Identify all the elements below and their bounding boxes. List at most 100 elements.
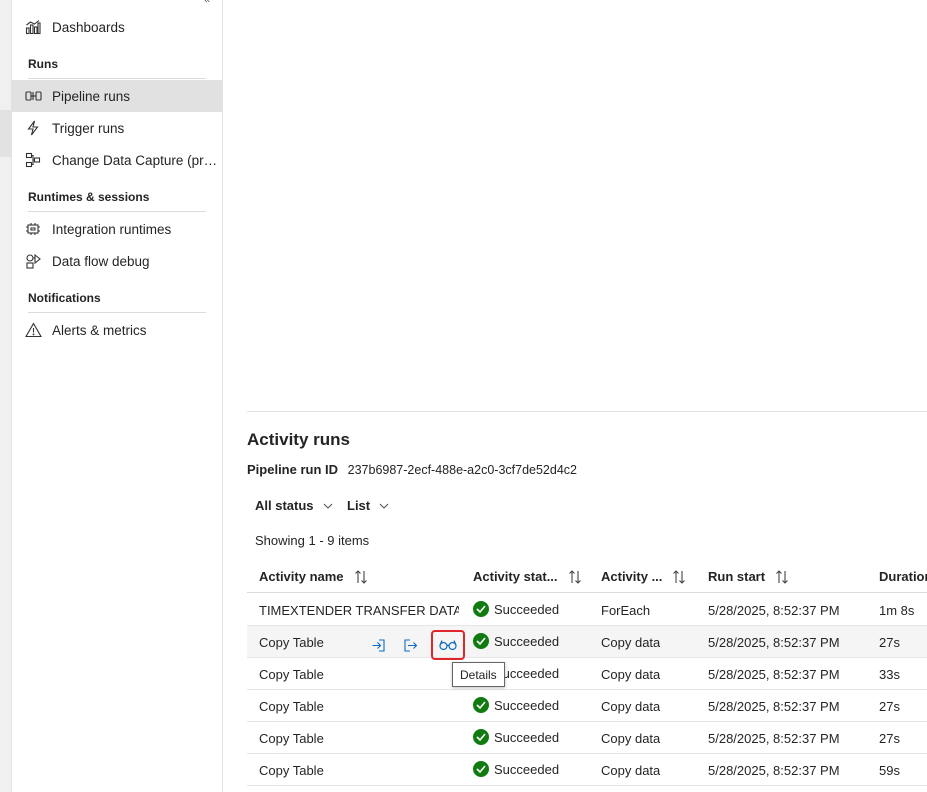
sort-icon[interactable] [354,569,368,584]
pipeline-run-id: Pipeline run ID 237b6987-2ecf-488e-a2c0-… [247,462,577,477]
sidebar-item-data-flow-debug[interactable]: Data flow debug [12,245,222,277]
success-check-icon [473,633,489,649]
activity-name[interactable]: Copy Table [259,667,324,682]
status-text: Succeeded [494,697,560,713]
left-rail [0,0,12,792]
activity-type: Copy data [601,667,661,682]
run-start: 5/28/2025, 8:52:37 PM [708,635,840,650]
column-label: Activity name [259,569,344,584]
sort-icon[interactable] [568,569,582,584]
output-icon[interactable] [399,635,421,657]
table-row[interactable]: Copy Table Succeeded Copy data 5/28/2025… [247,690,927,722]
run-start: 5/28/2025, 8:52:37 PM [708,731,840,746]
pipeline-run-id-label: Pipeline run ID [247,462,339,477]
activity-name[interactable]: Copy Table [259,763,324,778]
section-runs: Runs [28,57,206,79]
duration: 27s [879,699,900,714]
table-row[interactable]: Copy Table Succeeded Copy data 5/28/2025… [247,722,927,754]
column-label: Activity stat... [473,569,558,584]
activity-name[interactable]: TIMEXTENDER TRANSFER DATA... [259,603,459,618]
table-row[interactable]: TIMEXTENDER TRANSFER DATA... Succeeded F… [247,594,927,626]
sidebar-item-label: Alerts & metrics [52,322,147,338]
sidebar-item-pipeline-runs[interactable]: Pipeline runs [12,80,222,112]
activity-status: Succeeded [473,729,559,745]
activity-name[interactable]: Copy Table [259,635,324,650]
section-notifications: Notifications [28,291,206,313]
run-start: 5/28/2025, 8:52:37 PM [708,603,840,618]
table-row[interactable]: Copy Table Succeeded Copy data 5/28/2025… [247,658,927,690]
sidebar-item-label: Dashboards [52,19,125,35]
details-glasses-icon[interactable] [431,630,465,660]
success-check-icon [473,729,489,745]
sidebar-item-alerts-metrics[interactable]: Alerts & metrics [12,314,222,346]
dashboard-icon [24,18,42,36]
pipeline-icon [24,87,42,105]
status-text: Succeeded [494,633,560,649]
view-dropdown[interactable]: List [347,498,389,513]
column-activity-status[interactable]: Activity stat... [473,569,582,584]
panel-divider[interactable] [247,411,927,412]
table-header: Activity name Activity stat... Activity … [247,560,927,593]
status-text: Succeeded [494,601,560,617]
activity-type: Copy data [601,699,661,714]
row-actions [367,630,465,660]
sidebar-item-label: Integration runtimes [52,221,172,237]
activity-type: Copy data [601,763,661,778]
sidebar-item-change-data-capture[interactable]: Change Data Capture (previ... [12,144,222,176]
success-check-icon [473,761,489,777]
column-activity-type[interactable]: Activity ... [601,569,686,584]
sort-icon[interactable] [672,569,686,584]
activity-type: Copy data [601,635,661,650]
sidebar-item-label: Change Data Capture (previ... [52,152,222,168]
sidebar-item-trigger-runs[interactable]: Trigger runs [12,112,222,144]
sidebar-item-integration-runtimes[interactable]: Integration runtimes [12,213,222,245]
status-filter-label: All status [255,498,314,513]
run-start: 5/28/2025, 8:52:37 PM [708,667,840,682]
status-filter-dropdown[interactable]: All status [255,498,333,513]
chevron-down-icon [323,503,333,509]
activity-status: Succeeded [473,697,559,713]
runtime-icon [24,220,42,238]
section-runtimes-sessions: Runtimes & sessions [28,190,206,212]
details-tooltip: Details [452,662,505,687]
collapse-icon[interactable]: « [204,0,210,6]
lightning-icon [24,119,42,137]
sidebar-item-dashboards[interactable]: Dashboards [12,11,222,43]
dataflow-debug-icon [24,252,42,270]
sort-icon[interactable] [775,569,789,584]
sidebar-item-label: Pipeline runs [52,88,131,104]
status-text: Succeeded [494,729,560,745]
column-label: Activity ... [601,569,663,584]
items-count: Showing 1 - 9 items [255,533,370,548]
duration: 27s [879,635,900,650]
duration: 33s [879,667,900,682]
table-row[interactable]: Copy Table Succeeded Copy data 5/28/2025… [247,626,927,660]
duration: 59s [879,763,900,778]
activity-runs-title: Activity runs [247,430,350,449]
status-text: Succeeded [494,761,560,777]
activity-type: ForEach [601,603,651,618]
pipeline-run-id-value: 237b6987-2ecf-488e-a2c0-3cf7de52d4c2 [347,463,577,477]
activity-type: Copy data [601,731,661,746]
run-start: 5/28/2025, 8:52:37 PM [708,699,840,714]
alert-icon [24,321,42,339]
activity-status: Succeeded [473,633,559,649]
left-rail-highlight [0,110,12,157]
column-duration[interactable]: Duration [879,569,927,584]
column-label: Duration [879,569,927,584]
column-label: Run start [708,569,766,584]
run-start: 5/28/2025, 8:52:37 PM [708,763,840,778]
success-check-icon [473,601,489,617]
input-icon[interactable] [367,635,389,657]
column-run-start[interactable]: Run start [708,569,789,584]
sidebar-item-label: Trigger runs [52,120,125,136]
activity-status: Succeeded [473,761,559,777]
activity-status: Succeeded [473,601,559,617]
monitor-sidebar: « Dashboards Runs Pipeline runs Trigger … [12,0,223,792]
column-activity-name[interactable]: Activity name [259,569,368,584]
activity-name[interactable]: Copy Table [259,699,324,714]
cdc-icon [24,151,42,169]
chevron-down-icon [379,503,389,509]
activity-name[interactable]: Copy Table [259,731,324,746]
table-row[interactable]: Copy Table Succeeded Copy data 5/28/2025… [247,754,927,786]
